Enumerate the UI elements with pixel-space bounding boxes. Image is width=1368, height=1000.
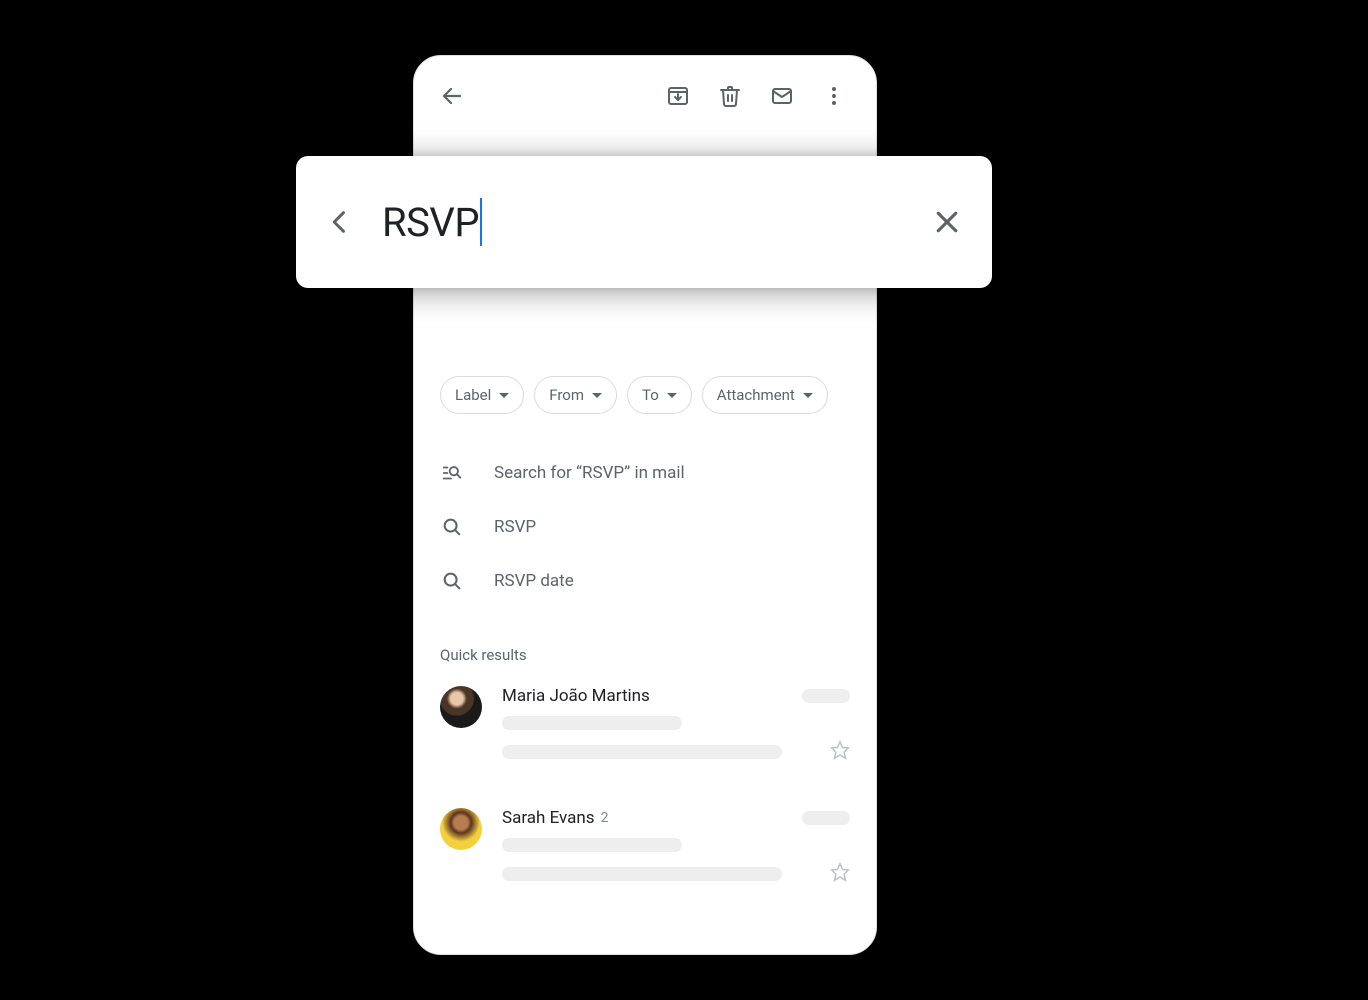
trash-icon <box>718 84 742 108</box>
archive-button[interactable] <box>652 84 704 108</box>
more-button[interactable] <box>808 84 860 108</box>
chevron-left-icon <box>326 208 354 236</box>
search-query-text: RSVP <box>382 199 479 246</box>
clear-search-button[interactable] <box>932 207 962 237</box>
chevron-down-icon <box>667 393 677 398</box>
avatar <box>440 686 482 728</box>
suggestion-row[interactable]: RSVP date <box>440 554 850 608</box>
result-body: Sarah Evans 2 <box>502 808 850 886</box>
delete-button[interactable] <box>704 84 756 108</box>
chip-to[interactable]: To <box>627 376 692 414</box>
chevron-down-icon <box>803 393 813 398</box>
search-back-button[interactable] <box>326 208 354 236</box>
filter-chips-row: Label From To Attachment <box>414 376 876 414</box>
search-icon <box>440 516 464 538</box>
top-bar <box>414 56 876 136</box>
chip-text: Attachment <box>717 386 795 404</box>
result-row[interactable]: Maria João Martins <box>414 678 876 772</box>
chip-attachment[interactable]: Attachment <box>702 376 828 414</box>
chevron-down-icon <box>592 393 602 398</box>
placeholder-line <box>502 867 782 881</box>
placeholder-line <box>802 689 850 703</box>
search-icon <box>440 570 464 592</box>
result-body: Maria João Martins <box>502 686 850 764</box>
star-outline-icon <box>830 740 850 760</box>
mark-unread-button[interactable] <box>756 84 808 108</box>
suggestion-row[interactable]: RSVP <box>440 500 850 554</box>
suggest-text: RSVP date <box>494 571 574 591</box>
placeholder-line <box>502 838 682 852</box>
chip-text: From <box>549 386 584 404</box>
text-cursor <box>480 198 482 246</box>
result-name: Sarah Evans <box>502 808 595 828</box>
chip-text: Label <box>455 386 491 404</box>
result-row[interactable]: Sarah Evans 2 <box>414 800 876 894</box>
back-button[interactable] <box>430 84 474 108</box>
search-bar[interactable]: RSVP <box>296 156 992 288</box>
archive-icon <box>666 84 690 108</box>
star-button[interactable] <box>830 862 850 886</box>
suggest-text: RSVP <box>494 517 536 537</box>
close-icon <box>932 207 962 237</box>
more-vert-icon <box>822 84 846 108</box>
chip-label[interactable]: Label <box>440 376 524 414</box>
search-input[interactable]: RSVP <box>382 198 932 246</box>
chevron-down-icon <box>499 393 509 398</box>
quick-results-header: Quick results <box>414 608 876 678</box>
chip-from[interactable]: From <box>534 376 617 414</box>
placeholder-line <box>502 745 782 759</box>
result-name: Maria João Martins <box>502 686 650 706</box>
avatar <box>440 808 482 850</box>
suggestions-list: Search for “RSVP” in mail RSVP RSVP date <box>414 414 876 608</box>
placeholder-line <box>502 716 682 730</box>
chip-text: To <box>642 386 659 404</box>
search-in-mail-row[interactable]: Search for “RSVP” in mail <box>440 446 850 500</box>
arrow-back-icon <box>440 84 464 108</box>
suggest-text: Search for “RSVP” in mail <box>494 463 685 483</box>
mail-icon <box>770 84 794 108</box>
star-outline-icon <box>830 862 850 882</box>
placeholder-line <box>802 811 850 825</box>
result-count: 2 <box>601 810 609 826</box>
manage-search-icon <box>440 462 464 484</box>
star-button[interactable] <box>830 740 850 764</box>
